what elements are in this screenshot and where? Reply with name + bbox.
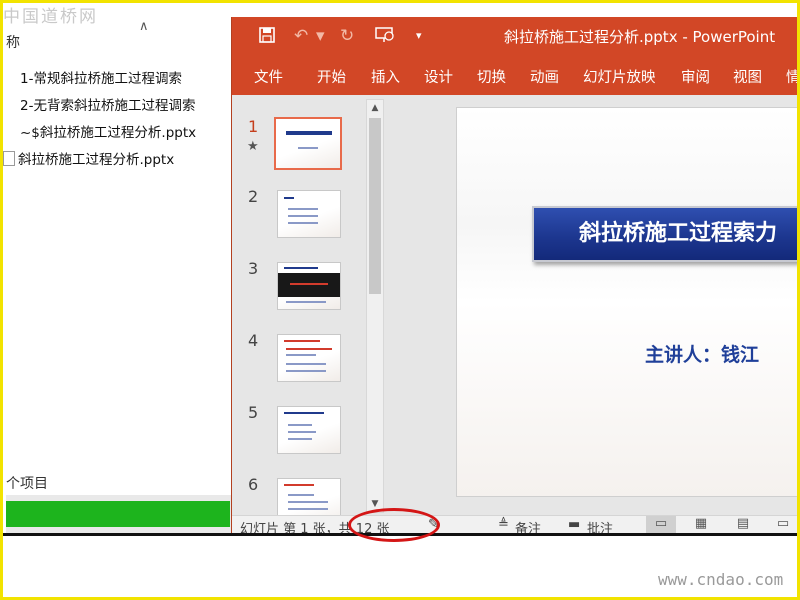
- tab-review[interactable]: 审阅: [681, 66, 710, 87]
- document-title: 斜拉桥施工过程分析.pptx - PowerPoint: [504, 28, 776, 46]
- file-name: ~$斜拉桥施工过程分析.pptx: [20, 125, 197, 141]
- file-item[interactable]: 1-常规斜拉桥施工过程调索: [3, 67, 182, 87]
- item-count: 个项目: [6, 476, 48, 492]
- file-name: 2-无背索斜拉桥施工过程调索: [20, 98, 196, 114]
- status-bar: 幻灯片 第 1 张，共 12 张 ✎ ≜ 备注 ▬ 批注 ▭ ▦ ▤ ▭: [232, 515, 800, 535]
- undo-icon[interactable]: ↶: [294, 26, 308, 46]
- copy-progress-bar: [6, 501, 230, 527]
- thumbnail-scrollbar[interactable]: ▲ ▼: [366, 99, 384, 513]
- slide-presenter-text[interactable]: 主讲人：钱江: [645, 340, 759, 367]
- tab-view[interactable]: 视图: [733, 66, 762, 87]
- slide-number: 6: [248, 475, 259, 494]
- customize-dropdown-icon[interactable]: ▾: [416, 29, 422, 42]
- slide-number: 2: [248, 187, 259, 206]
- tab-overflow[interactable]: 情: [786, 66, 800, 87]
- undo-dropdown-icon[interactable]: ▾: [316, 26, 325, 46]
- slide-number: 4: [248, 331, 259, 350]
- folder-icon: [3, 96, 17, 112]
- file-item[interactable]: ~$斜拉桥施工过程分析.pptx: [3, 121, 196, 141]
- redo-icon[interactable]: ↻: [340, 26, 354, 46]
- file-item[interactable]: 2-无背索斜拉桥施工过程调索: [3, 94, 195, 114]
- slide-thumbnail-5[interactable]: [277, 406, 341, 454]
- tab-file[interactable]: 文件: [254, 66, 283, 87]
- slide-thumbnail-3[interactable]: [277, 262, 341, 310]
- title-bar: ↶ ▾ ↻ ▾ 斜拉桥施工过程分析.pptx - PowerPoint: [232, 17, 800, 57]
- slide-number: 1: [248, 117, 259, 136]
- file-name: 斜拉桥施工过程分析.pptx: [18, 152, 175, 168]
- tab-slideshow[interactable]: 幻灯片放映: [583, 66, 656, 87]
- slide-number: 3: [248, 259, 259, 278]
- save-icon[interactable]: [258, 26, 276, 49]
- powerpoint-window: ↶ ▾ ↻ ▾ 斜拉桥施工过程分析.pptx - PowerPoint 文件 开…: [231, 17, 800, 535]
- collapse-chevron-icon[interactable]: ∧: [139, 19, 149, 34]
- current-slide[interactable]: 斜拉桥施工过程索力 主讲人：钱江: [456, 107, 800, 497]
- slide-thumbnail-1[interactable]: [274, 117, 342, 170]
- animation-star-icon: ★: [247, 139, 259, 154]
- ribbon-tabs: 文件 开始 插入 设计 切换 动画 幻灯片放映 审阅 视图 情: [232, 57, 800, 95]
- watermark-top: 中国道桥网: [3, 7, 98, 27]
- slide-number: 5: [248, 403, 259, 422]
- tab-design[interactable]: 设计: [424, 66, 453, 87]
- slide-title-box[interactable]: 斜拉桥施工过程索力: [532, 206, 800, 262]
- tab-transitions[interactable]: 切换: [477, 66, 506, 87]
- pptx-file-icon: [3, 150, 15, 166]
- slide-edit-area: 斜拉桥施工过程索力 主讲人：钱江: [388, 95, 800, 515]
- present-from-start-icon[interactable]: [374, 26, 396, 49]
- file-name: 1-常规斜拉桥施工过程调索: [20, 71, 182, 87]
- scroll-thumb[interactable]: [369, 118, 381, 294]
- watermark-bottom: www.cndao.com: [658, 570, 784, 589]
- annotation-circle: [348, 508, 440, 542]
- tab-animations[interactable]: 动画: [530, 66, 559, 87]
- file-icon: [3, 123, 17, 139]
- file-item[interactable]: 斜拉桥施工过程分析.pptx: [3, 148, 174, 168]
- name-column-header[interactable]: 称: [6, 32, 20, 52]
- file-explorer-panel: ∧ 称 1-常规斜拉桥施工过程调索 2-无背索斜拉桥施工过程调索 ~$斜拉桥施工…: [3, 3, 234, 533]
- tab-home[interactable]: 开始: [317, 66, 346, 87]
- folder-icon: [3, 69, 17, 85]
- slide-thumbnail-2[interactable]: [277, 190, 341, 238]
- scroll-up-icon[interactable]: ▲: [368, 101, 382, 115]
- tab-insert[interactable]: 插入: [371, 66, 400, 87]
- comments-icon[interactable]: ▬: [568, 517, 580, 532]
- notes-icon[interactable]: ≜: [498, 517, 509, 532]
- slide-thumbnail-4[interactable]: [277, 334, 341, 382]
- slide-thumbnail-pane: 1 ★ 2 3 4 5 6 ▲ ▼: [232, 95, 388, 526]
